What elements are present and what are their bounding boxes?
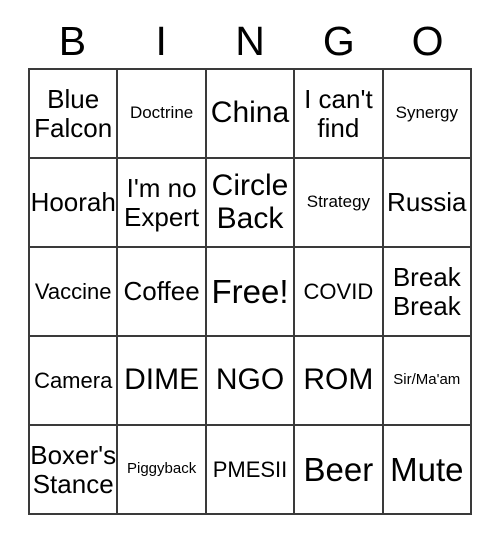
bingo-cell[interactable]: Mute [383, 426, 472, 515]
bingo-cell-label: DIME [124, 363, 200, 397]
bingo-cell-label: Doctrine [129, 103, 194, 123]
bingo-header-letter-b: B [58, 17, 87, 64]
bingo-cell[interactable]: COVID [295, 248, 384, 337]
bingo-cell-label: Break Break [392, 262, 461, 321]
bingo-cell-label: Boxer's Stance [30, 440, 117, 499]
bingo-cell-label: Mute [390, 450, 464, 488]
bingo-cell[interactable]: Synergy [383, 70, 472, 159]
bingo-cell[interactable]: PMESII [206, 426, 296, 515]
bingo-cell-label: Coffee [123, 276, 200, 307]
bingo-cell-label: Circle Back [211, 169, 289, 235]
bingo-cell[interactable]: Piggyback [118, 426, 207, 515]
bingo-cell-label: Blue Falcon [34, 84, 113, 143]
bingo-cell-label: COVID [303, 278, 374, 304]
bingo-cell[interactable]: Camera [30, 337, 119, 426]
bingo-cell[interactable]: Strategy [295, 159, 384, 248]
bingo-header-letter-o: O [411, 17, 444, 64]
bingo-cell-label: Russia [387, 187, 467, 218]
bingo-grid: Blue Falcon Doctrine China I can't find Syne… [28, 68, 472, 515]
bingo-cell[interactable]: China [206, 70, 296, 159]
bingo-cell[interactable]: DIME [118, 337, 207, 426]
bingo-header-letter-n: N [235, 17, 265, 64]
bingo-cell-label: ROM [303, 363, 374, 397]
bingo-cell-label: Hoorah [30, 187, 116, 218]
bingo-cell[interactable]: Vaccine [30, 248, 119, 337]
bingo-cell[interactable]: NGO [206, 337, 296, 426]
bingo-cell[interactable]: Beer [295, 426, 384, 515]
bingo-cell[interactable]: Coffee [118, 248, 207, 337]
bingo-cell[interactable]: Hoorah [30, 159, 119, 248]
bingo-cell-label: Synergy [395, 103, 458, 123]
bingo-card: BINGO Blue Falcon Doctrine China I can't fi… [0, 0, 500, 544]
bingo-cell-label: I can't find [304, 84, 373, 143]
bingo-cell[interactable]: I can't find [295, 70, 384, 159]
bingo-cell-label: China [210, 96, 290, 130]
bingo-cell[interactable]: I'm no Expert [118, 159, 207, 248]
bingo-cell-label: NGO [215, 363, 285, 397]
bingo-cell[interactable]: Doctrine [118, 70, 207, 159]
bingo-cell-label: Free! [211, 272, 289, 310]
bingo-cell-label: Sir/Ma'am [393, 371, 461, 389]
bingo-cell[interactable]: Sir/Ma'am [383, 337, 472, 426]
bingo-cell-free[interactable]: Free! [206, 248, 296, 337]
bingo-cell[interactable]: Break Break [383, 248, 472, 337]
bingo-cell-label: Camera [34, 367, 113, 393]
bingo-cell-label: Beer [303, 450, 374, 488]
bingo-cell[interactable]: Circle Back [206, 159, 296, 248]
bingo-cell-label: Strategy [306, 192, 371, 212]
bingo-header-letter-i: I [155, 17, 167, 64]
bingo-header-row: BINGO [28, 14, 472, 68]
bingo-cell-label: Piggyback [126, 460, 197, 478]
bingo-cell[interactable]: Boxer's Stance [30, 426, 119, 515]
bingo-cell-label: PMESII [212, 456, 288, 482]
bingo-cell[interactable]: Russia [383, 159, 472, 248]
bingo-cell[interactable]: Blue Falcon [30, 70, 119, 159]
bingo-cell-label: Vaccine [34, 278, 112, 304]
bingo-header-letter-g: G [322, 17, 355, 64]
bingo-cell[interactable]: ROM [295, 337, 384, 426]
bingo-cell-label: I'm no Expert [124, 173, 200, 232]
